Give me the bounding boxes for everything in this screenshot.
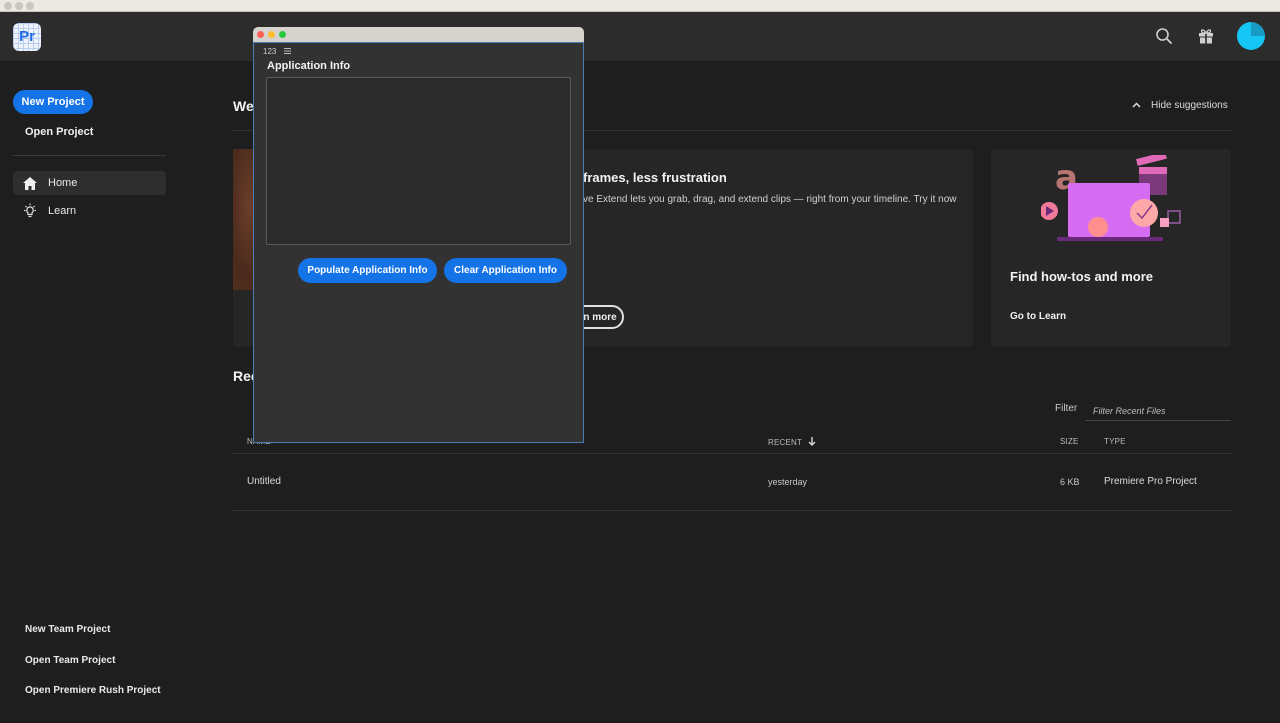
panel-body: 123 Application Info Populate Applicatio… [253,42,584,443]
row-size: 6 KB [1060,477,1080,487]
table-row-divider [233,510,1231,511]
column-header-recent[interactable]: RECENT [768,437,816,448]
search-icon[interactable] [1152,24,1176,48]
open-team-project-link[interactable]: Open Team Project [25,655,115,666]
premiere-logo: Pr [13,23,41,51]
hamburger-icon[interactable] [284,47,292,56]
column-header-size[interactable]: SIZE [1060,437,1079,446]
column-header-recent-label: RECENT [768,438,803,447]
new-project-button[interactable]: New Project [13,90,93,114]
filter-label: Filter [1055,403,1078,414]
row-type: Premiere Pro Project [1104,476,1197,487]
learn-card-title: Find how-tos and more [1010,269,1153,284]
application-info-textarea[interactable] [266,77,571,245]
sidebar-item-home[interactable]: Home [13,171,166,195]
table-header-divider [233,453,1231,454]
populate-application-info-button[interactable]: Populate Application Info [298,258,437,283]
panel-minimize-button[interactable] [268,31,275,38]
panel-tab-label: 123 [263,47,277,56]
gift-icon[interactable] [1194,24,1218,48]
column-header-type[interactable]: TYPE [1104,437,1126,446]
panel-close-button[interactable] [257,31,264,38]
go-to-learn-link[interactable]: Go to Learn [1010,311,1066,322]
os-titlebar [0,0,1280,12]
sidebar-divider [13,155,166,156]
hide-suggestions-label: Hide suggestions [1151,100,1228,111]
row-name: Untitled [247,476,281,487]
lightbulb-icon [22,203,38,219]
avatar[interactable] [1237,22,1265,50]
panel-tab[interactable]: 123 [263,47,292,56]
feature-card-description: ve Extend lets you grab, drag, and exten… [583,194,957,205]
sidebar-item-label: Learn [48,205,77,217]
panel-zoom-button[interactable] [279,31,286,38]
app-header: Pr [0,12,1280,61]
new-team-project-link[interactable]: New Team Project [25,624,110,635]
clear-application-info-button[interactable]: Clear Application Info [444,258,567,283]
application-info-panel: 123 Application Info Populate Applicatio… [253,27,584,443]
filter-recent-files-input[interactable] [1085,401,1231,421]
window-close-dot[interactable] [4,2,12,10]
hide-suggestions-button[interactable]: Hide suggestions [1132,100,1228,111]
home-icon [22,175,38,191]
window-minimize-dot[interactable] [15,2,23,10]
panel-titlebar[interactable] [253,27,584,42]
panel-heading: Application Info [267,60,351,72]
feature-card-title: frames, less frustration [583,170,727,185]
chevron-up-icon [1132,100,1141,111]
window-zoom-dot[interactable] [26,2,34,10]
open-project-link[interactable]: Open Project [25,126,93,138]
sort-arrow-down-icon [808,437,816,448]
sidebar-item-label: Home [48,177,78,189]
open-rush-project-link[interactable]: Open Premiere Rush Project [25,685,161,696]
learn-illustration: a [1041,155,1181,241]
sidebar-item-learn[interactable]: Learn [13,199,166,223]
row-recent: yesterday [768,477,808,487]
